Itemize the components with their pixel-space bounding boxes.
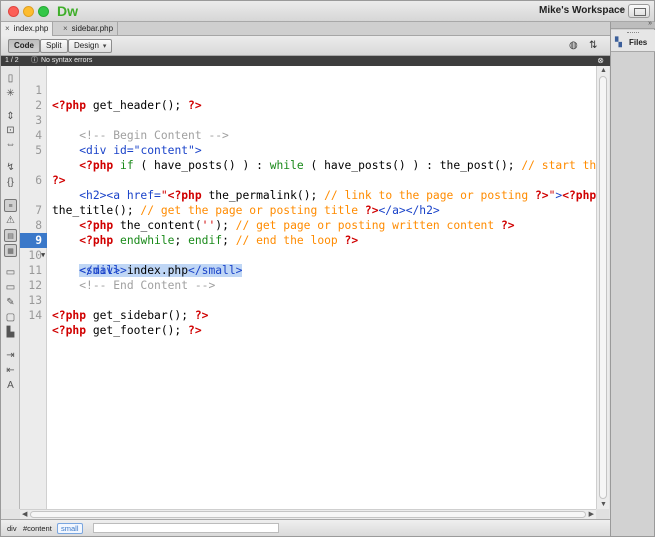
line-number: 14: [28, 309, 42, 322]
files-label: Files: [629, 38, 648, 47]
expand-all-icon[interactable]: ⇔: [4, 138, 17, 151]
code-line[interactable]: 12: [20, 263, 596, 292]
scroll-corner: [596, 509, 609, 519]
tag-selector-field: [93, 523, 279, 533]
coding-toolbar: ▯ ✳ ⇕ ⊡ ⇔ ↯ {} ≡ ⚠ ▤ ▦ ▭ ▭ ✎ ▢ ▙ ⇥ ⇤ A: [1, 66, 20, 509]
horizontal-scroll-thumb[interactable]: [30, 511, 586, 518]
close-icon[interactable]: ⊗: [597, 56, 604, 66]
right-panel: » ▚ Files: [610, 20, 655, 536]
outdent-code-icon[interactable]: ⇤: [4, 364, 17, 377]
close-icon[interactable]: ×: [5, 24, 10, 33]
select-parent-tag-icon[interactable]: ↯: [4, 161, 17, 174]
line-numbers-icon[interactable]: ≡: [4, 199, 17, 212]
window-mode-button[interactable]: [628, 4, 650, 18]
files-icon: ▚: [615, 37, 622, 47]
design-view-label: Design: [74, 41, 99, 50]
vertical-scrollbar[interactable]: ▲ ▼: [596, 66, 609, 509]
code-line[interactable]: 4 <div id="content">: [20, 113, 596, 157]
code-line[interactable]: 3 <!-- Begin Content -->: [20, 98, 596, 142]
document-tab-bar: × index.php × sidebar.php: [1, 22, 610, 36]
format-source-icon[interactable]: A: [4, 379, 17, 392]
indent-code-icon[interactable]: ⇥: [4, 349, 17, 362]
status-bar: div #content small: [1, 519, 610, 536]
panel-grip[interactable]: [627, 32, 639, 34]
show-code-navigator-icon[interactable]: ✳: [4, 87, 17, 100]
syntax-status: No syntax errors: [41, 57, 93, 64]
code-line[interactable]: 13 <?php get_sidebar(); ?>: [20, 278, 596, 322]
collapse-panel-icon[interactable]: »: [648, 20, 652, 27]
code-line-current[interactable]: 9 ▼ <small>index.php</small>: [20, 218, 596, 277]
tab-sidebar-php[interactable]: × sidebar.php: [59, 22, 119, 36]
code-line[interactable]: 5 <?php if ( have_posts() ) : while ( ha…: [20, 128, 596, 172]
recent-snippets-icon[interactable]: ▢: [4, 311, 17, 324]
app-logo: Dw: [57, 3, 78, 19]
vertical-scroll-thumb[interactable]: [599, 76, 607, 499]
remove-comment-icon[interactable]: ▭: [4, 281, 17, 294]
scroll-left-icon[interactable]: ◀: [22, 510, 27, 518]
chevron-down-icon[interactable]: ▾: [619, 6, 623, 15]
open-documents-icon[interactable]: ▯: [4, 72, 17, 85]
code-line[interactable]: 11 <!-- End Content -->: [20, 248, 596, 292]
highlight-invalid-code-icon[interactable]: ⚠: [4, 214, 17, 227]
auto-indent-icon[interactable]: ▦: [4, 244, 17, 257]
scroll-up-icon[interactable]: ▲: [600, 67, 607, 74]
zoom-window-button[interactable]: [38, 6, 49, 17]
collapse-full-tag-icon[interactable]: ⇕: [4, 110, 17, 123]
workspace-switcher[interactable]: Mike's Workspace: [539, 5, 625, 16]
tab-label: index.php: [13, 24, 49, 33]
close-window-button[interactable]: [8, 6, 19, 17]
info-icon: ⓘ: [31, 57, 38, 64]
wrap-tag-icon[interactable]: ✎: [4, 296, 17, 309]
error-nav[interactable]: 1 / 2: [5, 56, 19, 66]
window: Dw Mike's Workspace ▾ × index.php × sideba…: [0, 0, 655, 537]
balance-braces-icon[interactable]: {}: [4, 176, 17, 189]
tab-index-php[interactable]: × index.php: [1, 22, 54, 36]
syntax-coloring-icon[interactable]: ▤: [4, 229, 17, 242]
breadcrumb-small[interactable]: small: [57, 523, 83, 534]
code-line[interactable]: 10 </div>: [20, 233, 596, 277]
design-view-button[interactable]: Design ▾: [68, 39, 113, 53]
breadcrumb-content[interactable]: #content: [23, 521, 52, 536]
preview-in-browser-icon[interactable]: ◍: [569, 40, 578, 51]
split-view-button[interactable]: Split: [40, 39, 68, 53]
apply-comment-icon[interactable]: ▭: [4, 266, 17, 279]
code-editor[interactable]: 1 <?php get_header(); ?> 2 3 <!-- Begin …: [20, 66, 596, 509]
code-line[interactable]: 2: [20, 83, 596, 112]
code-line[interactable]: 7 <?php the_content(''); // get page or …: [20, 188, 596, 232]
chevron-down-icon: ▾: [102, 43, 107, 50]
collapse-selection-icon[interactable]: ⊡: [4, 124, 17, 137]
panel-header: »: [611, 20, 655, 29]
horizontal-scrollbar[interactable]: ◀ ▶: [20, 509, 596, 519]
scroll-down-icon[interactable]: ▼: [600, 501, 607, 508]
title-bar: Dw Mike's Workspace ▾: [1, 1, 654, 22]
files-panel-tab[interactable]: ▚ Files: [611, 30, 655, 52]
code-line[interactable]: ?>: [20, 143, 596, 187]
file-transfer-icon[interactable]: ⇅: [589, 40, 597, 51]
code-line[interactable]: 6 <h2><a href="<?php the_permalink(); //…: [20, 158, 596, 202]
tab-label: sidebar.php: [71, 24, 114, 33]
move-css-icon[interactable]: ▙: [4, 326, 17, 339]
code-view-button[interactable]: Code: [8, 39, 40, 53]
syntax-error-bar: 1 / 2 ⓘ No syntax errors ⊗: [1, 56, 610, 66]
close-icon[interactable]: ×: [63, 24, 68, 33]
document-toolbar: Code Split Design ▾ ◍ ⇅: [1, 36, 610, 56]
code-line[interactable]: 8 <?php endwhile; endif; // end the loop…: [20, 203, 596, 247]
minimize-window-button[interactable]: [23, 6, 34, 17]
code-line[interactable]: 14 <?php get_footer(); ?>: [20, 293, 596, 337]
code-line[interactable]: the_title(); // get the page or posting …: [20, 173, 596, 217]
code-line[interactable]: 1 <?php get_header(); ?>: [20, 68, 596, 112]
scroll-right-icon[interactable]: ▶: [589, 510, 594, 518]
breadcrumb-div[interactable]: div: [7, 521, 17, 536]
